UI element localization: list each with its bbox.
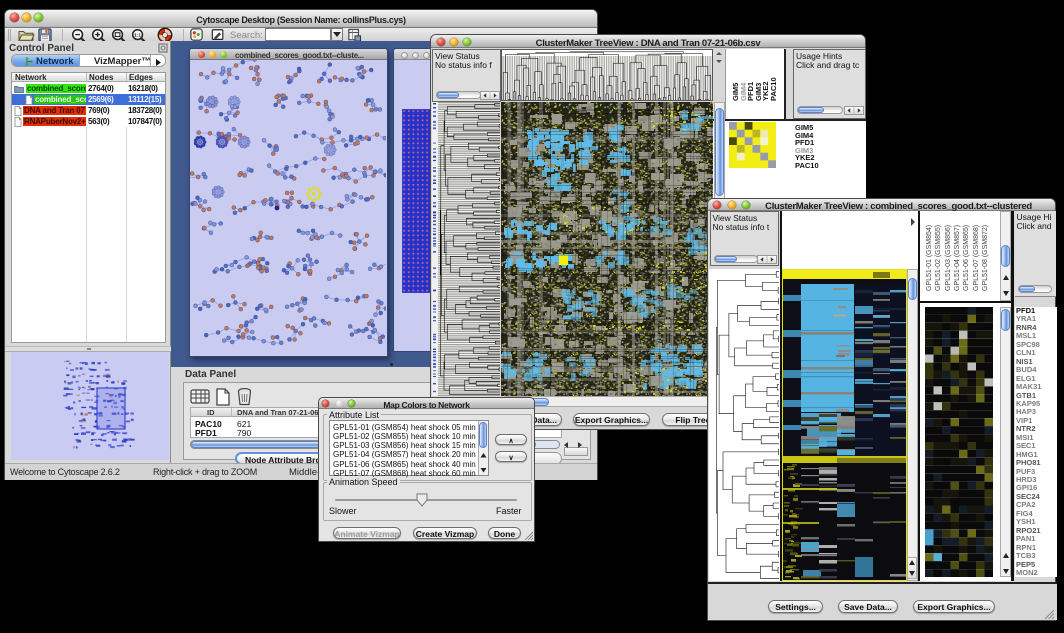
svg-text:1:1: 1:1 <box>134 32 141 37</box>
